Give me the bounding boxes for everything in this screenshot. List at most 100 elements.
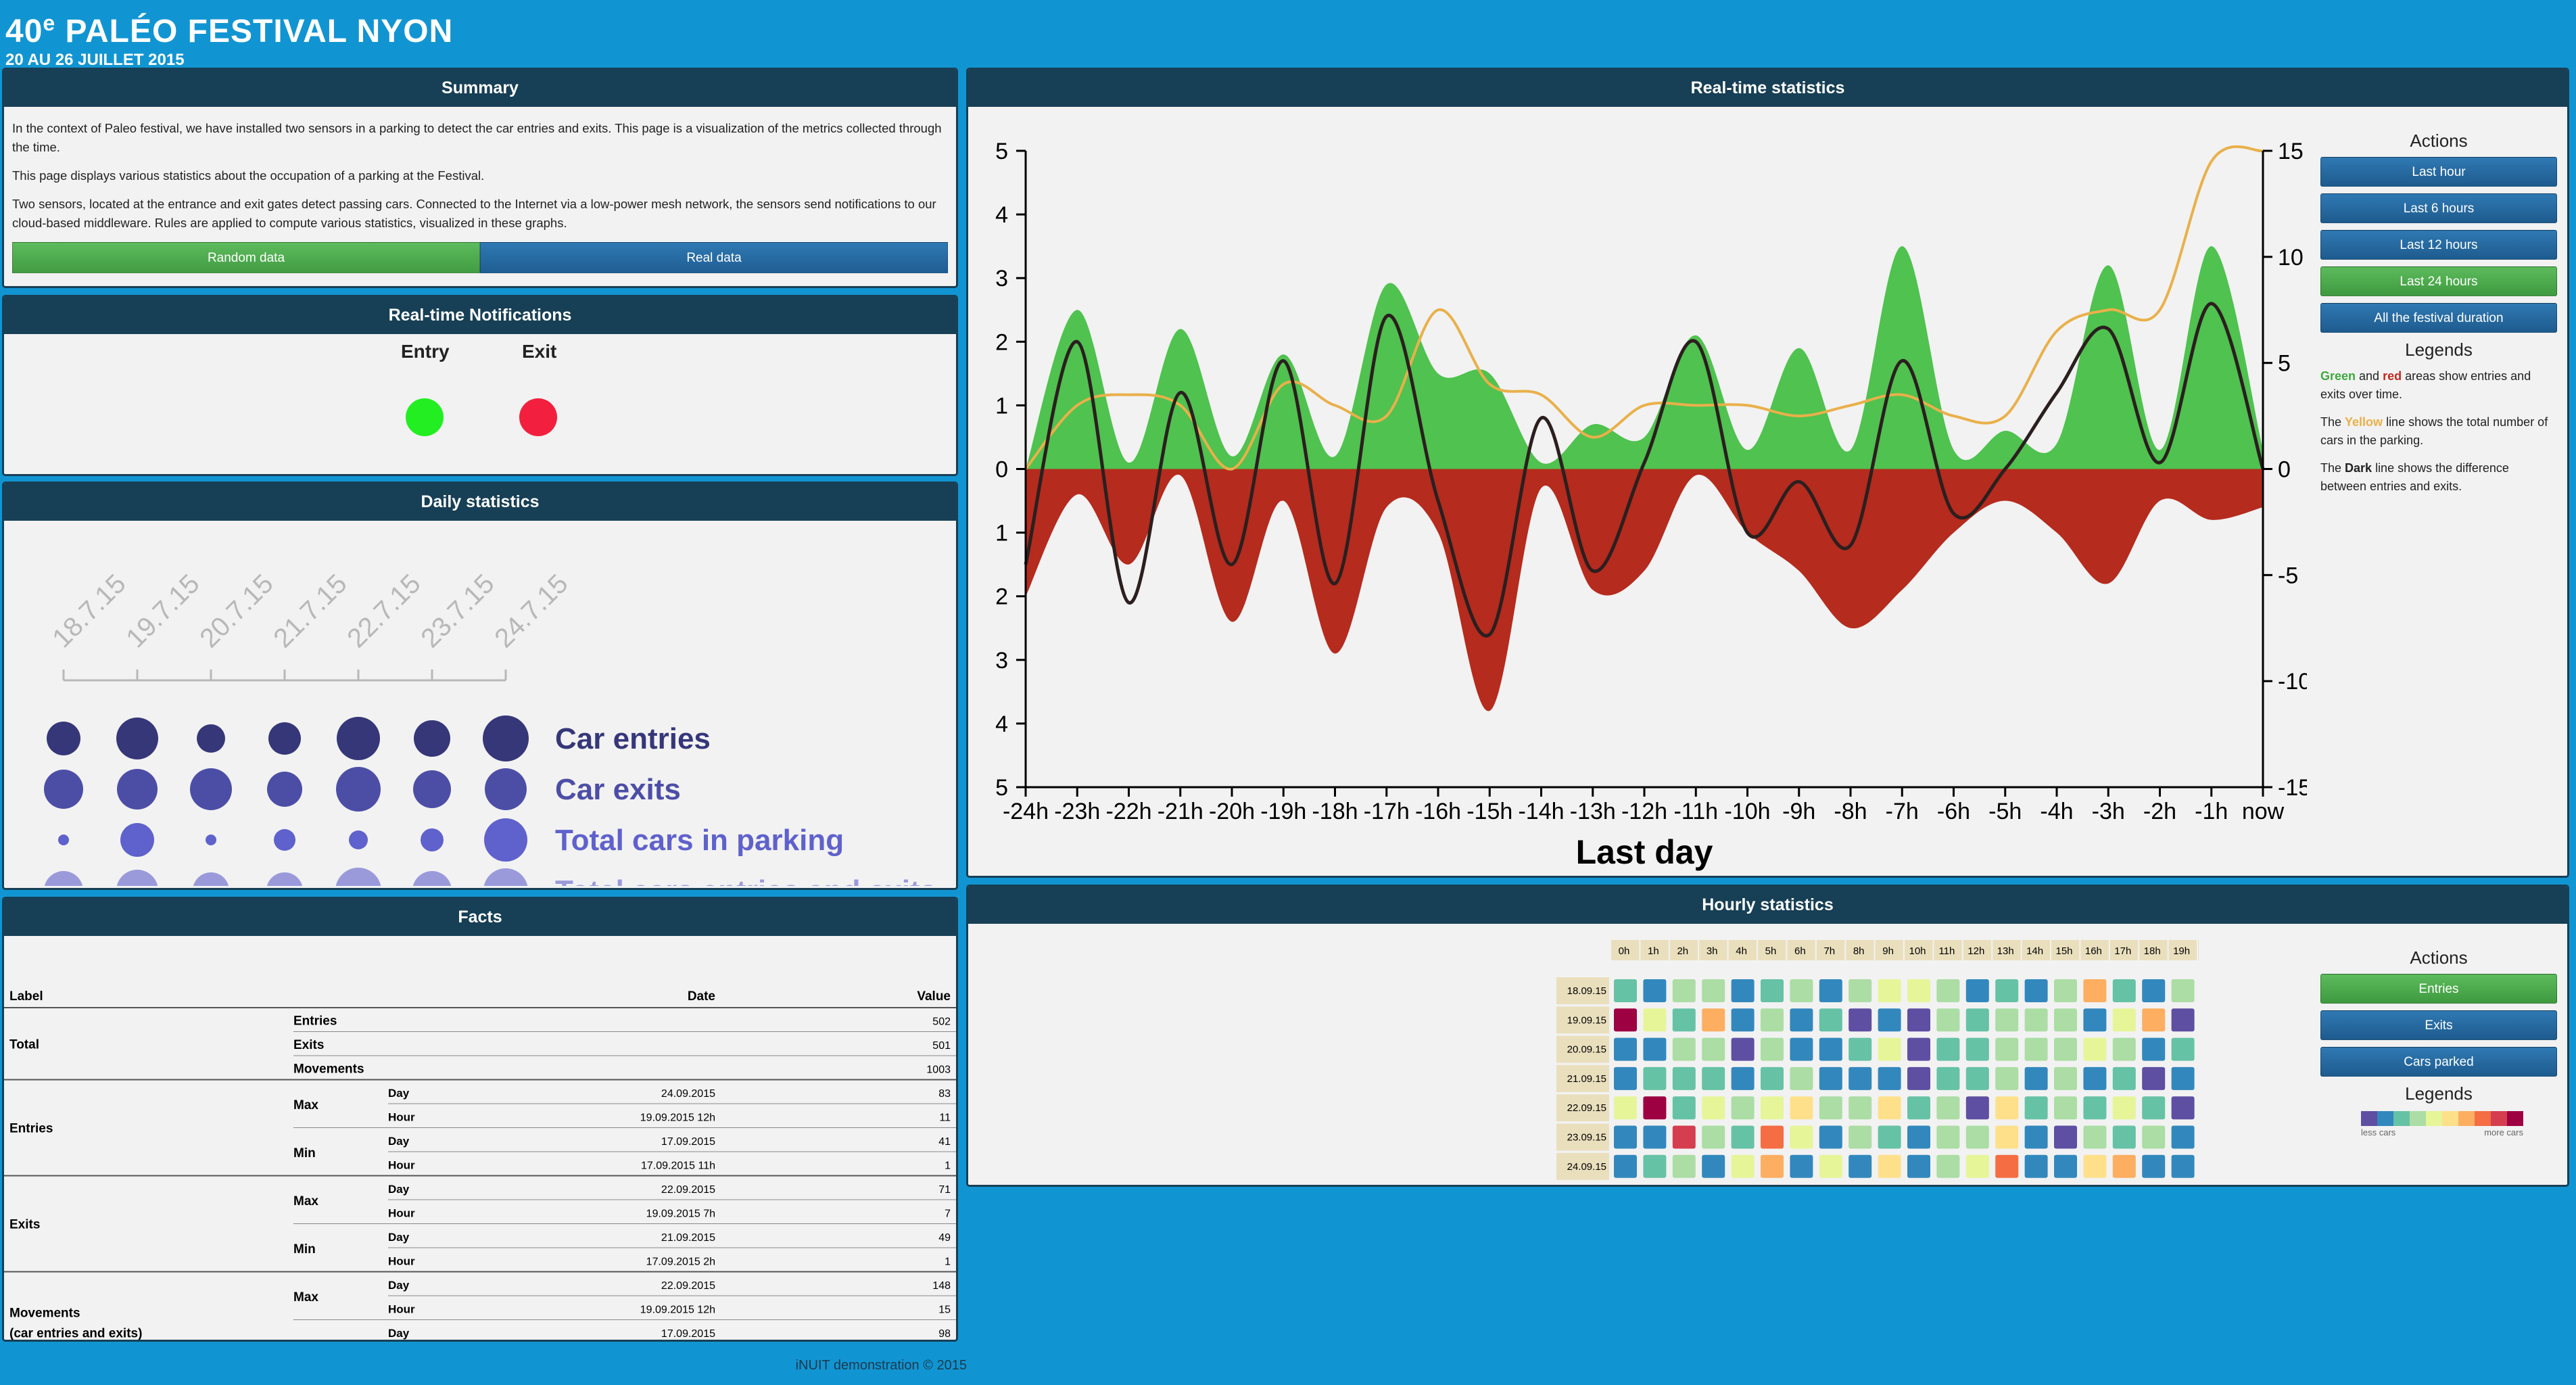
daily-dot	[206, 835, 216, 845]
heatmap-cell	[2083, 979, 2107, 1002]
daily-dot	[412, 871, 452, 888]
heatmap-cell	[2112, 1008, 2136, 1032]
x-tick-label: -17h	[1364, 799, 1410, 824]
heatmap-cell	[2171, 1096, 2195, 1120]
heatmap-cell	[2054, 1125, 2077, 1149]
heatmap-cell	[1643, 1154, 1667, 1178]
range-last-6-hours-button[interactable]: Last 6 hours	[2320, 193, 2557, 223]
metric-exits-button[interactable]: Exits	[2320, 1010, 2557, 1040]
hour-header-label: 17h	[2114, 945, 2131, 957]
facts-header-label: Label	[9, 989, 43, 1004]
hour-header-label: 18h	[2144, 945, 2161, 957]
hourly-statistics-title: Hourly statistics	[968, 887, 2567, 924]
heatmap-cell	[1731, 1008, 1755, 1032]
y-tick-label-left: 2	[995, 329, 1008, 355]
heatmap-cell	[1995, 1066, 2019, 1090]
heatmap-cell	[1614, 1125, 1637, 1149]
heatmap-cell	[1643, 1066, 1667, 1090]
y-tick-label-left: 3	[995, 648, 1008, 674]
heatmap-cell	[1995, 1008, 2019, 1032]
x-tick-label: -18h	[1312, 799, 1358, 824]
range-last-12-hours-button[interactable]: Last 12 hours	[2320, 230, 2557, 260]
x-tick-label: -24h	[1003, 799, 1049, 824]
heatmap-cell	[1819, 979, 1842, 1002]
facts-cell-extreme: Max	[293, 1098, 318, 1112]
hour-header-label: 8h	[1853, 945, 1865, 957]
metric-cars-parked-button[interactable]: Cars parked	[2320, 1047, 2557, 1077]
legend-dark: The Dark line shows the difference betwe…	[2320, 461, 2509, 493]
facts-cell-value: 98	[938, 1328, 951, 1340]
notifications-title: Real-time Notifications	[4, 297, 956, 334]
summary-panel: Summary In the context of Paleo festival…	[2, 68, 958, 288]
x-tick-label: -11h	[1673, 799, 1718, 824]
legend-yellow: The Yellow line shows the total number o…	[2320, 415, 2548, 447]
heatmap-cell	[2083, 1096, 2107, 1120]
date-tick-label: 18.7.15	[47, 569, 131, 653]
heatmap-cell	[1848, 1096, 1872, 1120]
heatmap-cell	[1965, 1154, 1989, 1178]
hour-header-label: 16h	[2085, 945, 2102, 957]
heatmap-cell	[1907, 1154, 1930, 1178]
notifications-panel: Real-time Notifications Entry Exit	[2, 295, 958, 476]
facts-cell-period: Hour	[388, 1207, 415, 1220]
range-last-hour-button[interactable]: Last hour	[2320, 157, 2557, 187]
heatmap-cell	[2112, 1154, 2136, 1178]
heatmap-cell	[2142, 1008, 2166, 1032]
facts-cell-period: Day	[388, 1231, 410, 1244]
heatmap-cell	[2142, 1037, 2166, 1061]
heatmap-cell	[1819, 1066, 1842, 1090]
heatmap-cell	[1672, 1008, 1696, 1032]
hour-header-label: 19h	[2173, 945, 2190, 957]
heatmap-cell	[1672, 1037, 1696, 1061]
facts-cell-value: 83	[938, 1088, 951, 1100]
heatmap-cell	[1936, 1096, 1960, 1120]
heatmap-cell	[1790, 1066, 1813, 1090]
range-last-24-hours-button[interactable]: Last 24 hours	[2320, 266, 2557, 296]
x-tick-label: -9h	[1782, 799, 1815, 824]
hour-header-label: 2h	[1677, 945, 1688, 957]
heatmap-cell	[1936, 1125, 1960, 1149]
heatmap-cell	[2024, 1037, 2048, 1061]
heatmap-cell	[1702, 979, 1725, 1002]
facts-group-label: Movements	[9, 1307, 80, 1321]
heatmap-cell	[1878, 1066, 1901, 1090]
hour-header-label: 6h	[1794, 945, 1806, 957]
heatmap-cell	[2054, 1154, 2077, 1178]
range-all-the-festival-duration-button[interactable]: All the festival duration	[2320, 303, 2557, 333]
day-header-label: 22.09.15	[1567, 1102, 1606, 1114]
date-tick-label: 19.7.15	[120, 569, 205, 653]
heatmap-cell	[1614, 1008, 1637, 1032]
realtime-chart: 54321012345-15-10-5051015-24h-23h-22h-21…	[995, 139, 2307, 871]
heatmap-cell	[1761, 1154, 1784, 1178]
facts-cell-value: 501	[932, 1040, 951, 1052]
daily-row-label: Total cars entries and exits	[555, 874, 936, 886]
heatmap-cell	[1907, 1066, 1930, 1090]
heatmap-cell	[1819, 1037, 1842, 1061]
y-tick-label-right: -10	[2278, 669, 2307, 695]
random-data-button[interactable]: Random data	[12, 242, 480, 273]
actions-heading: Actions	[2410, 131, 2468, 151]
hour-header-label: 14h	[2026, 945, 2043, 957]
daily-dot	[197, 724, 225, 753]
page-header: 40e PALÉO FESTIVAL NYON 20 AU 26 JUILLET…	[5, 4, 453, 70]
daily-dot	[47, 722, 80, 755]
facts-cell-period: Hour	[388, 1255, 415, 1268]
heatmap-cell	[1995, 1096, 2019, 1120]
heatmap-cell	[1878, 1125, 1901, 1149]
heatmap-cell	[1819, 1008, 1842, 1032]
heatmap-cell	[1965, 979, 1989, 1002]
daily-dot	[190, 768, 232, 810]
daily-dot	[421, 828, 444, 851]
x-tick-label: -20h	[1209, 799, 1255, 824]
facts-header-date: Date	[688, 989, 715, 1004]
heatmap-cell	[2054, 1096, 2077, 1120]
heatmap-cell	[1672, 979, 1696, 1002]
facts-cell-sublabel: Movements	[293, 1062, 364, 1077]
real-data-button[interactable]: Real data	[480, 242, 948, 273]
heatmap-cell	[2054, 979, 2077, 1002]
hour-header-label: 1h	[1648, 945, 1659, 957]
hour-header-label: 11h	[1938, 945, 1955, 957]
facts-group-label: (car entries and exits)	[9, 1327, 142, 1341]
metric-entries-button[interactable]: Entries	[2320, 974, 2557, 1004]
legend-min-label: less cars	[2361, 1127, 2396, 1137]
